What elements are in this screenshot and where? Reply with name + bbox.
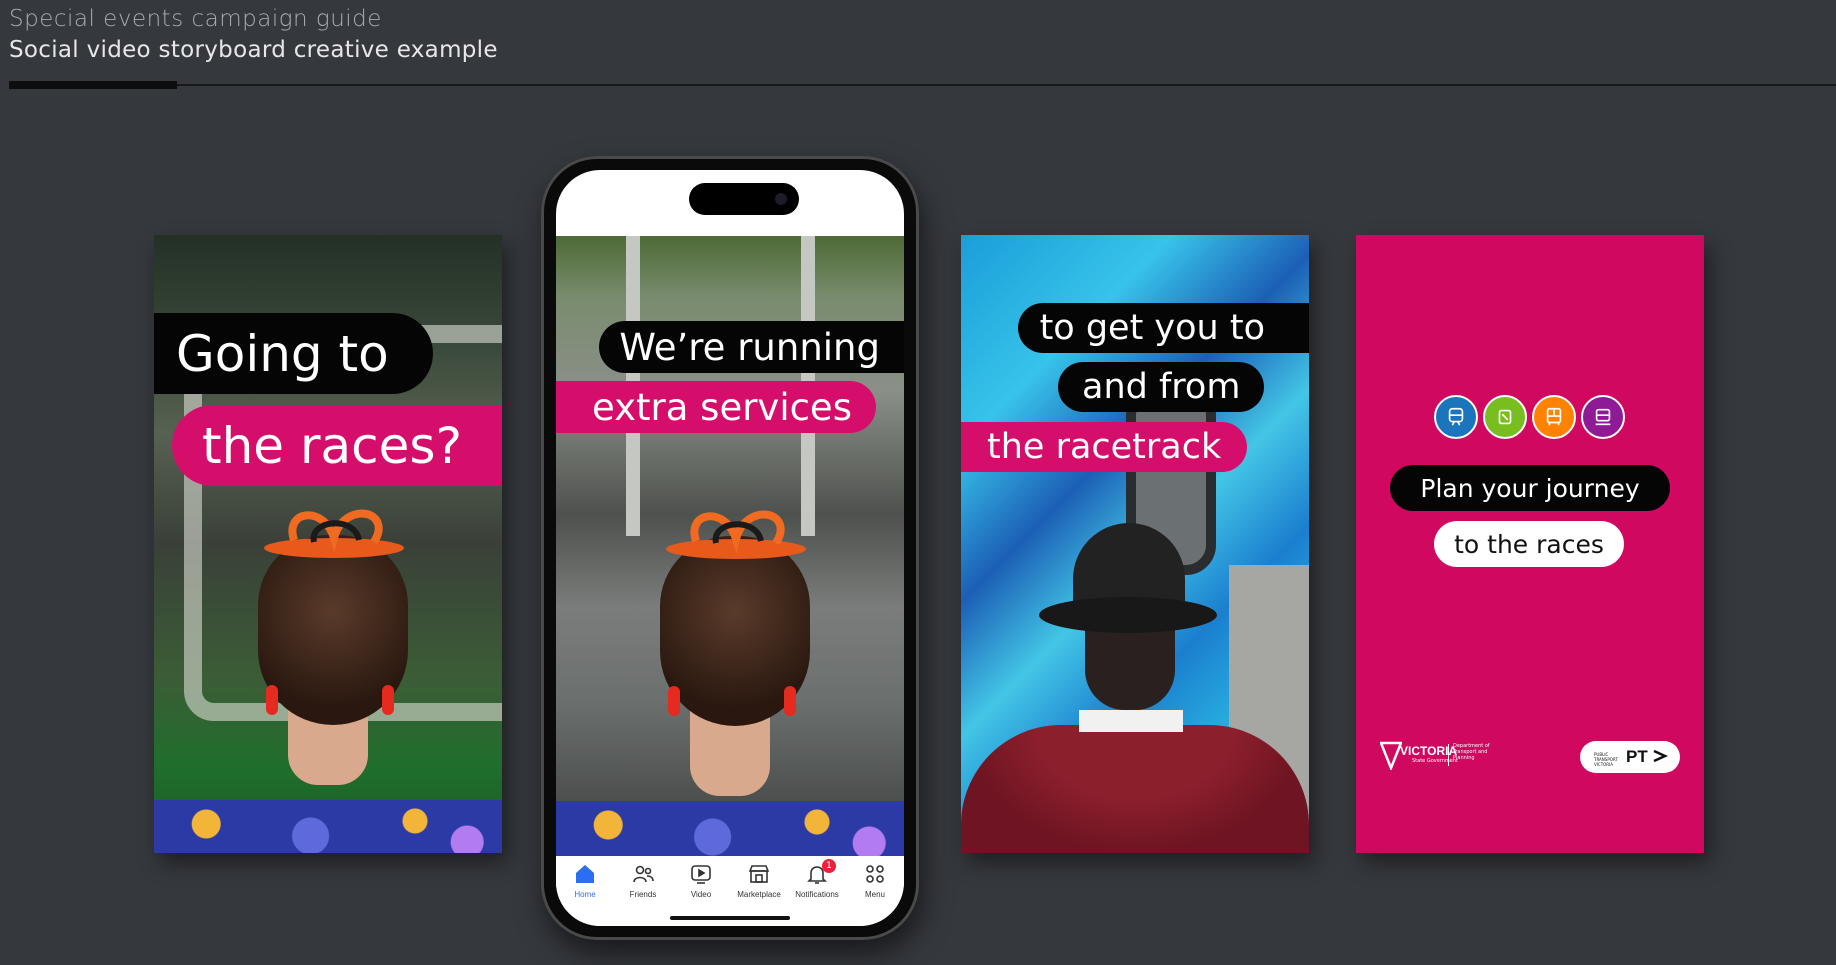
- ptv-wordmark: PT: [1626, 747, 1648, 766]
- tab-friends[interactable]: Friends: [615, 862, 671, 926]
- friends-icon: [633, 865, 654, 883]
- bus-icon: [1532, 395, 1576, 439]
- earring-right: [382, 685, 394, 715]
- tab-label: Notifications: [795, 890, 839, 899]
- tab-notifications[interactable]: 1 Notifications: [789, 859, 845, 926]
- tab-label: Menu: [864, 890, 885, 899]
- earring-left: [266, 685, 278, 715]
- caption-line-3: the racetrack: [961, 422, 1248, 472]
- patterned-dress: [556, 801, 904, 856]
- header-rule: [9, 84, 1836, 86]
- tab-label: Video: [690, 890, 712, 899]
- bowler-hat-brim: [1039, 597, 1217, 633]
- man-head: [1085, 630, 1175, 710]
- train-icon: [1434, 395, 1478, 439]
- phone-screen: We’re running extra services Home Friend…: [556, 170, 904, 926]
- ptv-arrow-icon: [1653, 749, 1668, 763]
- home-indicator[interactable]: [670, 916, 790, 920]
- caption-line-2: the races?: [172, 405, 502, 486]
- victoria-government-logo: VICTORIA State Government Department of …: [1380, 740, 1500, 776]
- storyboard-frame-4: Plan your journey to the races VICTORIA …: [1356, 235, 1704, 853]
- caption-line-1: We’re running: [599, 321, 904, 373]
- marketplace-icon: [748, 865, 770, 883]
- maroon-coat: [961, 725, 1309, 853]
- patterned-dress: [154, 800, 502, 853]
- tab-label: Marketplace: [737, 890, 781, 899]
- guide-title: Special events campaign guide: [9, 6, 382, 32]
- storyboard-frame-3: to get you to and from the racetrack: [961, 235, 1309, 853]
- home-icon: [576, 865, 594, 883]
- earring-right: [784, 686, 796, 716]
- menu-grid-icon: [866, 865, 884, 883]
- cta-line-1: Plan your journey: [1390, 465, 1670, 511]
- header-accent-bar: [9, 81, 177, 89]
- cta-line-2: to the races: [1434, 521, 1624, 567]
- tab-label: Friends: [629, 890, 657, 899]
- logo-divider: [1448, 744, 1449, 766]
- tram-icon: [1483, 395, 1527, 439]
- caption-line-2: extra services: [556, 381, 876, 433]
- regional-train-icon: [1581, 395, 1625, 439]
- page-title: Social video storyboard creative example: [9, 37, 498, 63]
- tab-home[interactable]: Home: [557, 862, 613, 926]
- video-frame-2[interactable]: We’re running extra services: [556, 236, 904, 856]
- caption-line-1: to get you to: [1017, 303, 1309, 353]
- phone-mockup: We’re running extra services Home Friend…: [541, 156, 919, 940]
- victoria-triangle-icon: [1380, 741, 1402, 770]
- ptv-logo: PUBLIC TRANSPORT VICTORIA PT: [1580, 741, 1680, 773]
- caption-line-2: and from: [1058, 362, 1265, 412]
- tab-menu[interactable]: Menu: [847, 862, 903, 926]
- caption-line-1: Going to: [154, 313, 433, 394]
- notification-badge: 1: [822, 859, 836, 873]
- fascinator-image: [264, 509, 404, 558]
- earring-left: [668, 686, 680, 716]
- department-name: Department of Transport and Planning: [1453, 743, 1490, 761]
- victoria-subtext: State Government: [1412, 758, 1459, 764]
- video-icon: [691, 865, 711, 884]
- dynamic-island: [689, 183, 799, 215]
- ptv-small-text: PUBLIC TRANSPORT VICTORIA: [1594, 752, 1618, 767]
- fascinator-image: [666, 510, 806, 559]
- shirt-collar: [1079, 710, 1183, 732]
- tab-label: Home: [574, 890, 596, 899]
- camera-icon: [775, 193, 787, 205]
- storyboard-frame-1: Going to the races?: [154, 235, 502, 853]
